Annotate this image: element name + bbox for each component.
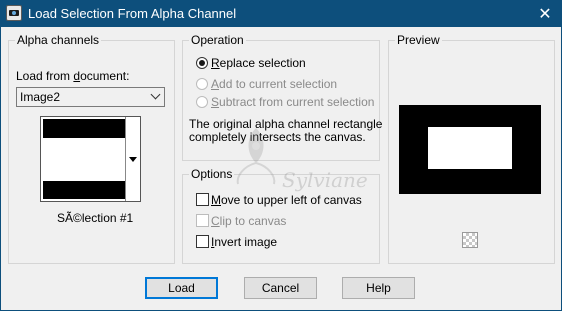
preview-image (399, 105, 541, 194)
load-from-document-label: Load from document: (16, 69, 130, 83)
channel-thumbnail-picker[interactable] (40, 116, 141, 202)
channel-name-label: SÃ©lection #1 (57, 211, 134, 225)
help-button[interactable]: Help (342, 277, 415, 299)
operation-legend: Operation (189, 33, 246, 47)
app-camera-icon (6, 5, 22, 21)
window-title: Load Selection From Alpha Channel (28, 6, 237, 21)
clip-to-canvas-checkbox[interactable] (196, 214, 209, 227)
replace-selection-label[interactable]: Replace selection (211, 56, 306, 70)
triangle-down-icon (129, 157, 137, 162)
invert-image-label[interactable]: Invert image (211, 235, 277, 249)
clip-to-canvas-label[interactable]: Clip to canvas (211, 214, 286, 228)
move-to-upper-left-label[interactable]: Move to upper left of canvas (211, 193, 362, 207)
invert-image-checkbox[interactable] (196, 235, 209, 248)
load-button[interactable]: Load (145, 277, 218, 299)
move-to-upper-left-checkbox[interactable] (196, 193, 209, 206)
subtract-from-selection-label[interactable]: Subtract from current selection (211, 95, 374, 109)
alpha-channels-legend: Alpha channels (15, 33, 102, 47)
document-select-value: Image2 (20, 90, 61, 104)
watermark-text: Sylviane (282, 168, 368, 192)
replace-selection-radio[interactable] (196, 57, 208, 69)
channel-thumbnail-image (43, 119, 125, 199)
subtract-from-selection-radio[interactable] (196, 96, 208, 108)
channel-dropdown-button[interactable] (125, 117, 140, 201)
transparency-checker-icon[interactable] (462, 232, 478, 248)
preview-legend: Preview (395, 33, 442, 47)
close-icon[interactable]: ✕ (528, 0, 562, 27)
title-bar: Load Selection From Alpha Channel ✕ (0, 0, 562, 27)
chevron-down-icon (150, 89, 161, 100)
add-to-selection-radio[interactable] (196, 78, 208, 90)
add-to-selection-label[interactable]: Add to current selection (211, 77, 337, 91)
watermark-flower-icon (236, 128, 276, 185)
document-select[interactable]: Image2 (16, 87, 165, 107)
cancel-button[interactable]: Cancel (244, 277, 317, 299)
